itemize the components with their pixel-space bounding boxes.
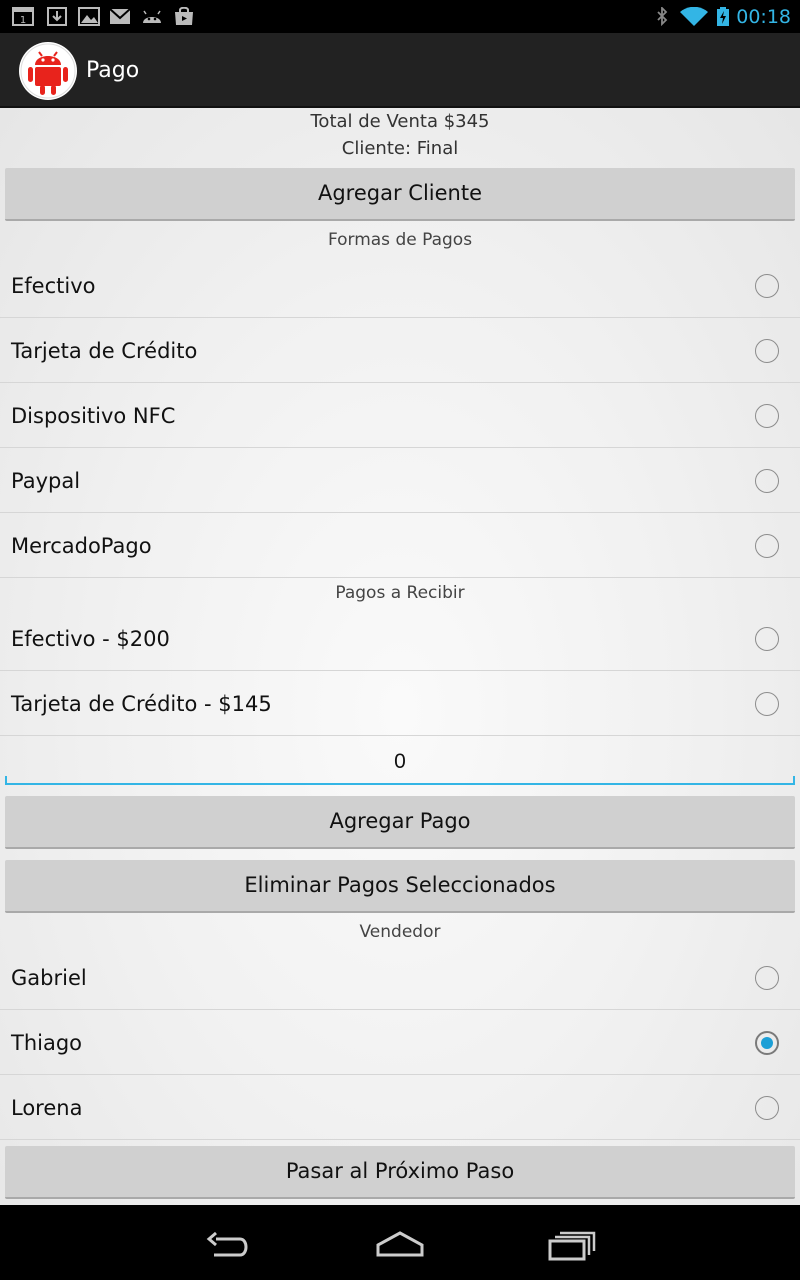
battery-charging-icon <box>717 7 729 26</box>
payment-method-paypal[interactable]: Paypal <box>0 448 800 513</box>
payment-method-label: MercadoPago <box>11 534 152 558</box>
calendar-icon: 1 <box>12 7 34 26</box>
payment-received-label: Tarjeta de Crédito - $145 <box>11 692 272 716</box>
payments-to-receive-header: Pagos a Recibir <box>335 583 465 603</box>
radio-button[interactable] <box>755 534 779 558</box>
payment-received-item[interactable]: Efectivo - $200 <box>0 606 800 671</box>
divider <box>0 735 800 736</box>
radio-button[interactable] <box>755 966 779 990</box>
divider <box>0 1139 800 1140</box>
next-step-button[interactable]: Pasar al Próximo Paso <box>5 1146 795 1199</box>
action-bar: Pago <box>0 33 800 108</box>
sale-total: Total de Venta $345 <box>310 111 490 132</box>
payment-received-item[interactable]: Tarjeta de Crédito - $145 <box>0 671 800 736</box>
download-icon <box>47 7 67 26</box>
radio-button-selected[interactable] <box>755 1031 779 1055</box>
seller-item-gabriel[interactable]: Gabriel <box>0 945 800 1010</box>
radio-button[interactable] <box>755 404 779 428</box>
input-underline-tick-right <box>793 776 795 784</box>
clock: 00:18 <box>736 6 791 28</box>
payment-method-label: Dispositivo NFC <box>11 404 176 428</box>
input-underline-tick-left <box>5 776 7 784</box>
payment-method-label: Paypal <box>11 469 81 493</box>
wifi-icon <box>680 7 708 26</box>
seller-label: Gabriel <box>11 966 87 990</box>
radio-button[interactable] <box>755 627 779 651</box>
payment-received-label: Efectivo - $200 <box>11 627 170 651</box>
seller-label: Thiago <box>11 1031 83 1055</box>
shopping-bag-icon <box>175 7 193 25</box>
status-bar: 1 00:18 <box>0 0 800 33</box>
payment-method-label: Tarjeta de Crédito <box>11 339 198 363</box>
page-title: Pago <box>86 58 140 83</box>
home-icon[interactable] <box>370 1225 430 1265</box>
divider <box>0 577 800 578</box>
radio-button[interactable] <box>755 1096 779 1120</box>
client-label: Cliente: Final <box>341 138 459 159</box>
payment-method-nfc[interactable]: Dispositivo NFC <box>0 383 800 448</box>
payment-method-credit-card[interactable]: Tarjeta de Crédito <box>0 318 800 383</box>
image-icon <box>78 7 100 26</box>
bluetooth-icon <box>657 7 668 26</box>
radio-button[interactable] <box>755 692 779 716</box>
radio-button[interactable] <box>755 469 779 493</box>
radio-button[interactable] <box>755 339 779 363</box>
add-payment-button[interactable]: Agregar Pago <box>5 796 795 849</box>
payment-methods-header: Formas de Pagos <box>327 230 473 250</box>
delete-selected-payments-button[interactable]: Eliminar Pagos Seleccionados <box>5 860 795 913</box>
svg-text:1: 1 <box>20 15 26 26</box>
payment-method-label: Efectivo <box>11 274 96 298</box>
android-robot-icon[interactable] <box>18 41 78 101</box>
content-area: Total de Venta $345 Cliente: Final Agreg… <box>0 108 800 1205</box>
back-icon[interactable] <box>200 1225 260 1265</box>
navigation-bar <box>0 1205 800 1280</box>
mail-icon <box>109 8 131 24</box>
seller-header: Vendedor <box>359 922 441 942</box>
add-client-button[interactable]: Agregar Cliente <box>5 168 795 221</box>
seller-label: Lorena <box>11 1096 83 1120</box>
radio-button[interactable] <box>755 274 779 298</box>
recent-apps-icon[interactable] <box>542 1225 602 1265</box>
input-underline <box>5 783 795 785</box>
payment-method-mercadopago[interactable]: MercadoPago <box>0 513 800 578</box>
seller-item-thiago[interactable]: Thiago <box>0 1010 800 1075</box>
payment-method-efectivo[interactable]: Efectivo <box>0 253 800 318</box>
amount-input[interactable] <box>5 739 795 785</box>
android-icon <box>143 10 161 23</box>
seller-item-lorena[interactable]: Lorena <box>0 1075 800 1140</box>
